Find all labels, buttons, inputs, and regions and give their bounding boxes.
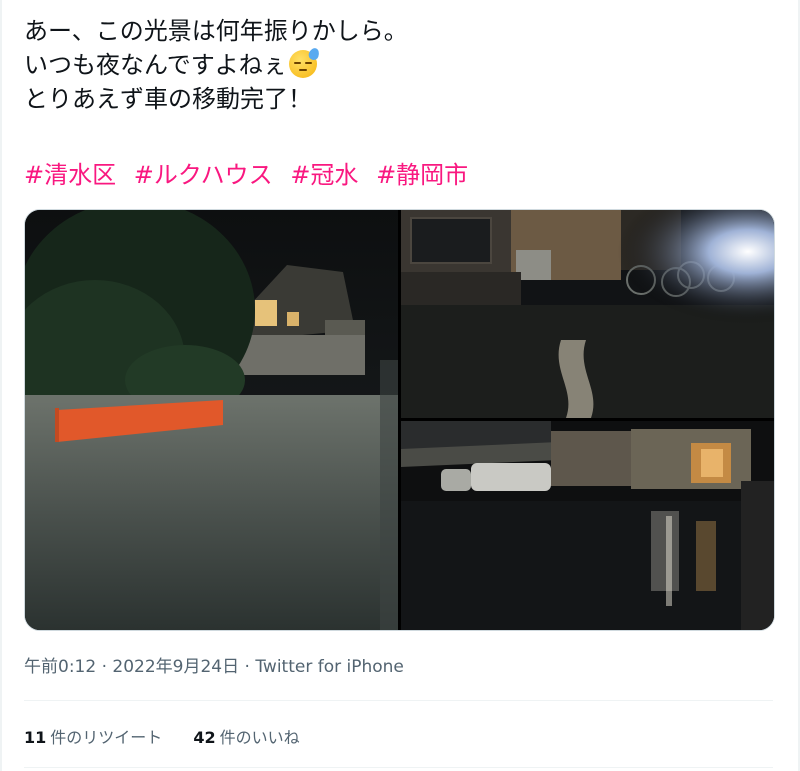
tweet-source[interactable]: Twitter for iPhone	[255, 657, 404, 677]
photo-flooded-street-house[interactable]	[25, 210, 398, 630]
hashtag-row: #清水区 #ルクハウス #冠水 #静岡市	[24, 158, 478, 192]
tweet-stats: 11 件のリツイート 42 件のいいね	[24, 724, 326, 748]
meta-separator-2: ·	[244, 657, 250, 677]
photo-flooded-carport[interactable]	[401, 421, 774, 630]
divider-top	[24, 700, 773, 701]
left-border	[0, 0, 2, 771]
retweets-count: 11	[24, 728, 47, 747]
hashtag-shizuoka[interactable]: #静岡市	[376, 161, 468, 189]
hashtag-rukuhausu[interactable]: #ルクハウス	[134, 161, 273, 189]
likes-count: 42	[193, 728, 216, 747]
tweet-meta: 午前0:12 · 2022年9月24日 · Twitter for iPhone	[24, 652, 404, 677]
media-grid	[24, 209, 775, 631]
tweet-line-2: いつも夜なんですよねぇ	[24, 46, 764, 82]
photo-flooded-alley-bicycles[interactable]	[401, 210, 774, 418]
likes-label: 件のいいね	[219, 728, 300, 747]
tweet-text: あー、この光景は何年振りかしら。 いつも夜なんですよねぇ とりあえず車の移動完了…	[24, 14, 764, 116]
downcast-face-with-sweat-icon	[288, 46, 321, 78]
tweet-line-2-text: いつも夜なんですよねぇ	[24, 51, 287, 79]
tweet-time[interactable]: 午前0:12	[24, 657, 96, 677]
divider-bottom	[24, 767, 773, 768]
meta-separator-1: ·	[101, 657, 107, 677]
hashtag-shimizu[interactable]: #清水区	[24, 161, 116, 189]
tweet-line-1: あー、この光景は何年振りかしら。	[24, 17, 408, 45]
retweets-label: 件のリツイート	[50, 728, 163, 747]
retweets-stat[interactable]: 11 件のリツイート	[24, 728, 162, 747]
likes-stat[interactable]: 42 件のいいね	[193, 728, 299, 747]
hashtag-kansui[interactable]: #冠水	[290, 161, 358, 189]
tweet-line-3: とりあえず車の移動完了！	[24, 85, 312, 113]
tweet-date[interactable]: 2022年9月24日	[112, 657, 239, 677]
